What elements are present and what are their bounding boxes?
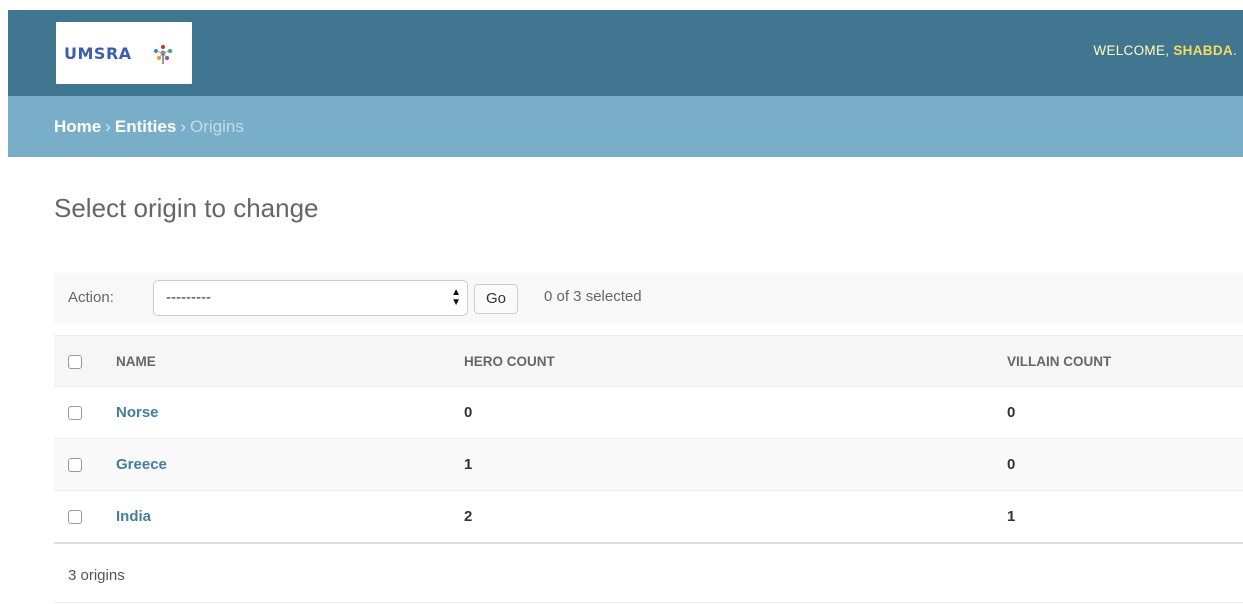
site-logo[interactable]: UMSRA <box>56 22 192 84</box>
divider <box>54 602 1243 603</box>
table-row: India 2 1 <box>54 490 1243 544</box>
select-updown-icon: ▲ ▼ <box>451 287 461 308</box>
action-select[interactable]: --------- ▲ ▼ <box>153 280 468 316</box>
villain-count-cell: 0 <box>995 386 1243 439</box>
origin-name-link[interactable]: India <box>116 508 151 525</box>
origin-name-link[interactable]: Greece <box>116 456 167 473</box>
column-header-hero-count[interactable]: HERO COUNT <box>452 335 995 387</box>
user-tools: WELCOME, SHABDA. <box>1093 43 1237 58</box>
origin-name-link[interactable]: Norse <box>116 404 159 421</box>
row-select-cell <box>54 490 104 544</box>
row-checkbox[interactable] <box>68 406 82 421</box>
row-select-cell <box>54 438 104 491</box>
name-cell: Norse <box>104 386 452 439</box>
results-table: NAME HERO COUNT VILLAIN COUNT Norse 0 0 … <box>54 335 1243 544</box>
hero-count-cell: 2 <box>452 490 995 544</box>
villain-count-cell: 0 <box>995 438 1243 491</box>
logo-emblem-icon <box>154 45 172 64</box>
breadcrumb: Home › Entities › Origins <box>8 96 1243 157</box>
column-header-villain-count[interactable]: VILLAIN COUNT <box>995 335 1243 387</box>
paginator: 3 origins <box>68 567 125 584</box>
row-checkbox[interactable] <box>68 458 82 473</box>
hero-count-cell: 0 <box>452 386 995 439</box>
welcome-suffix: . <box>1232 43 1237 58</box>
select-all-cell <box>54 335 104 387</box>
villain-count-cell: 1 <box>995 490 1243 544</box>
breadcrumb-separator: › <box>105 117 111 136</box>
action-select-value: --------- <box>166 289 211 306</box>
logo-text: UMSRA <box>64 44 132 63</box>
column-header-name[interactable]: NAME <box>104 335 452 387</box>
select-all-checkbox[interactable] <box>68 354 82 369</box>
name-cell: Greece <box>104 438 452 491</box>
go-button[interactable]: Go <box>474 284 518 314</box>
breadcrumb-home-link[interactable]: Home <box>54 117 101 136</box>
row-select-cell <box>54 386 104 439</box>
username: SHABDA <box>1173 43 1233 58</box>
breadcrumb-current: Origins <box>189 117 244 136</box>
actions-bar: Action: --------- ▲ ▼ Go 0 of 3 selected <box>54 273 1243 323</box>
name-cell: India <box>104 490 452 544</box>
table-row: Norse 0 0 <box>54 386 1243 439</box>
breadcrumb-separator: › <box>180 117 186 136</box>
table-header-row: NAME HERO COUNT VILLAIN COUNT <box>54 335 1243 387</box>
welcome-text: WELCOME, <box>1093 43 1170 58</box>
action-label: Action: <box>68 289 114 306</box>
breadcrumb-entities-link[interactable]: Entities <box>115 117 176 136</box>
hero-count-cell: 1 <box>452 438 995 491</box>
site-header: UMSRA WELCOME, SHABDA. <box>8 10 1243 96</box>
row-checkbox[interactable] <box>68 509 82 524</box>
selected-count: 0 of 3 selected <box>544 288 642 305</box>
page-title: Select origin to change <box>54 193 319 223</box>
table-row: Greece 1 0 <box>54 438 1243 491</box>
